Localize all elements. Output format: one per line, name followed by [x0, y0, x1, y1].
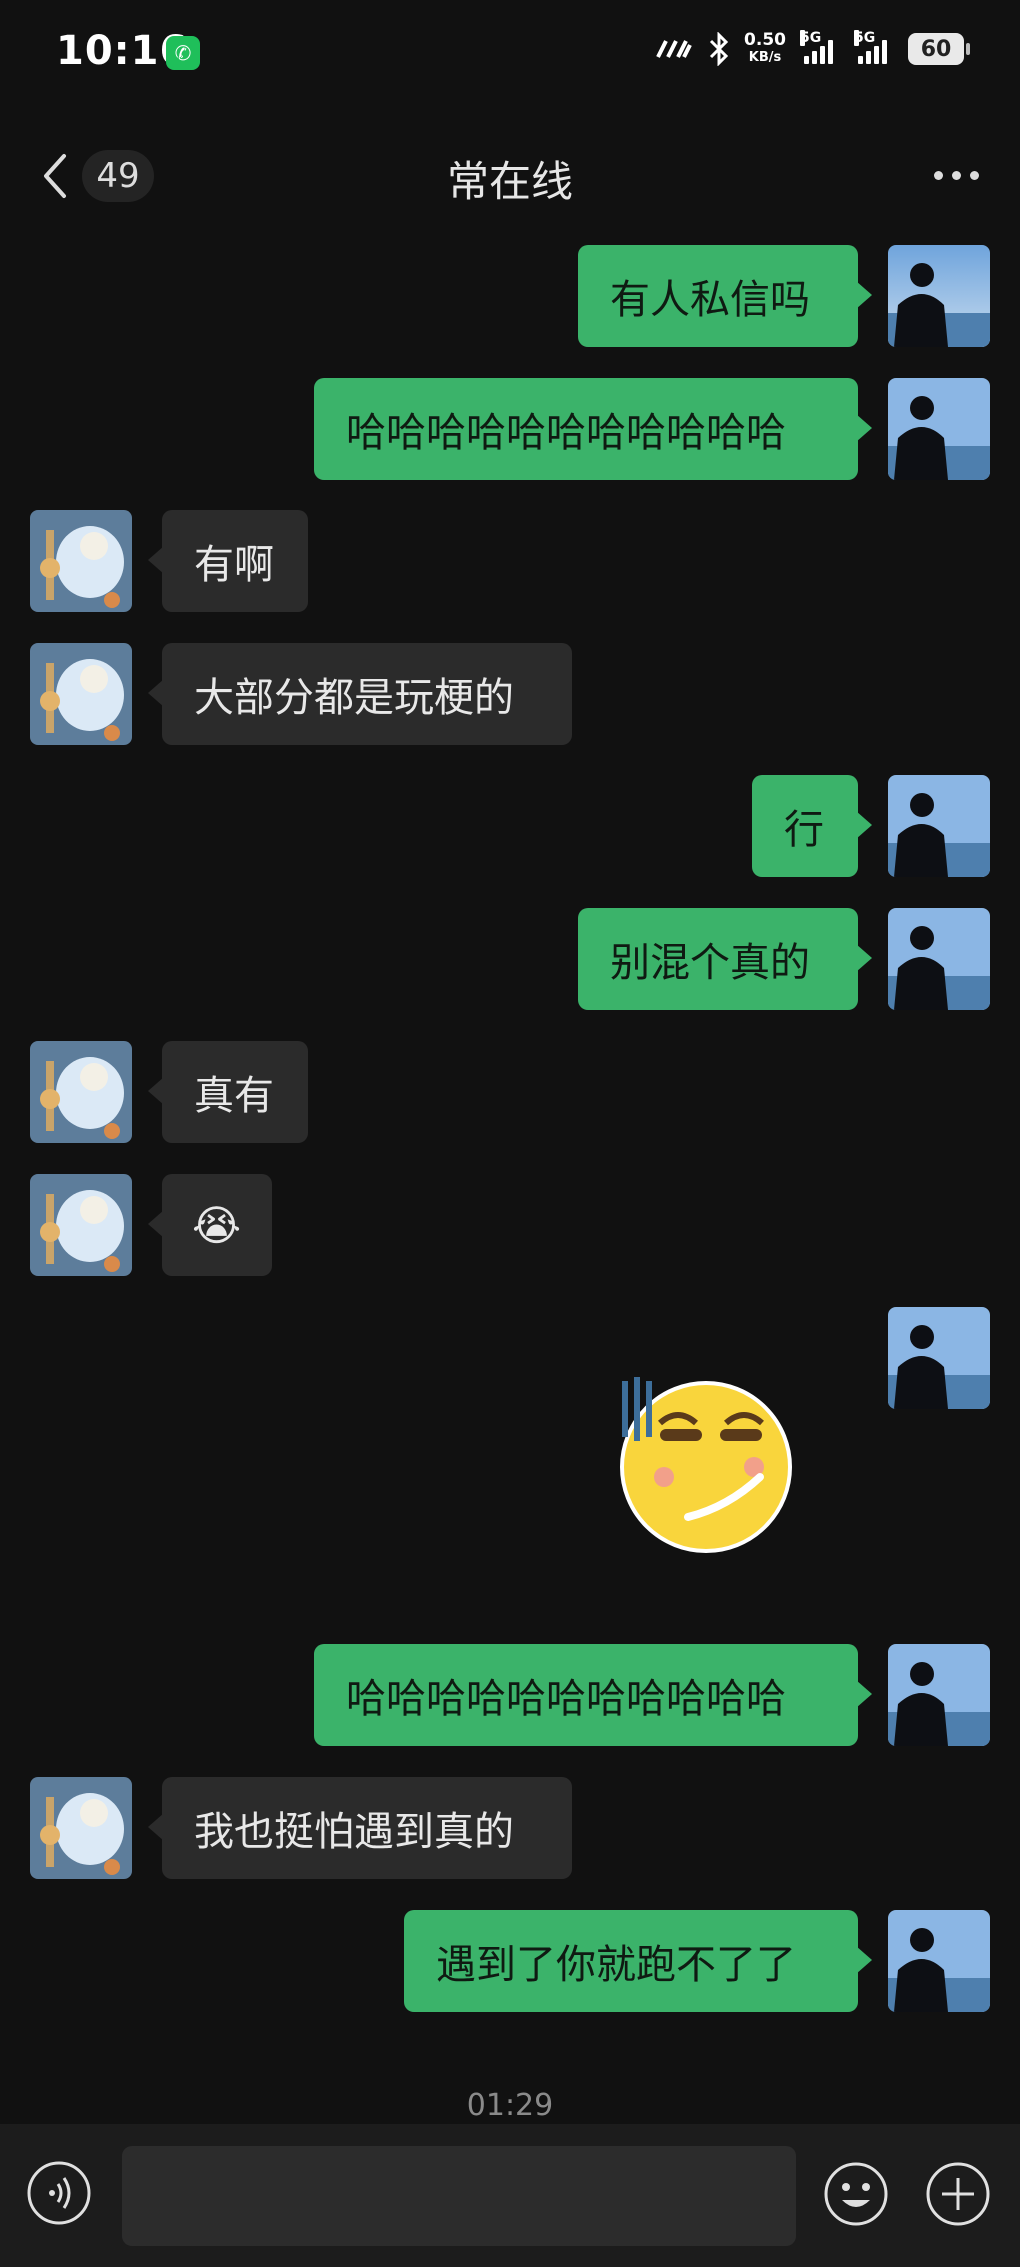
- contact-avatar[interactable]: [30, 1777, 132, 1879]
- message-bubble-contact[interactable]: 有啊: [148, 510, 308, 612]
- message-bubble-contact[interactable]: 真有: [148, 1041, 308, 1143]
- message-bubble-mine[interactable]: 遇到了你就跑不了了: [404, 1910, 872, 2012]
- chat-title: 常在线: [446, 157, 573, 206]
- nfc-icon: [656, 40, 692, 58]
- my-avatar[interactable]: [888, 378, 990, 480]
- my-avatar[interactable]: [888, 775, 990, 877]
- network-speed-value: 0.50: [744, 30, 786, 50]
- network-speed: 0.50 KB/s: [744, 32, 786, 66]
- my-avatar[interactable]: [888, 245, 990, 347]
- message-row: 我也挺怕遇到真的: [0, 1777, 1020, 1879]
- message-bubble-mine[interactable]: 哈哈哈哈哈哈哈哈哈哈哈: [314, 378, 872, 480]
- status-bar: 10:16 ✆ 0.50 KB/s 5G 5G 60: [0, 0, 1020, 110]
- smirk-sweat-sticker[interactable]: [608, 1367, 798, 1557]
- chat-header: 49 常在线: [0, 120, 1020, 230]
- input-bar: [0, 2124, 1020, 2267]
- message-row: 哈哈哈哈哈哈哈哈哈哈哈: [0, 1644, 1020, 1746]
- message-row: 别混个真的: [0, 908, 1020, 1010]
- message-row: 遇到了你就跑不了了: [0, 1910, 1020, 2012]
- message-row: 行: [0, 775, 1020, 877]
- dot-icon: [933, 170, 943, 180]
- message-row: 😭: [0, 1174, 1020, 1276]
- message-row: 真有: [0, 1041, 1020, 1143]
- message-row: [0, 1307, 1020, 1557]
- battery-icon: 60: [908, 33, 970, 65]
- voice-icon[interactable]: [26, 2160, 92, 2226]
- signal-2-icon: 5G: [854, 30, 894, 64]
- signal-2-label: 5G: [854, 30, 876, 46]
- network-speed-unit: KB/s: [748, 50, 782, 65]
- my-avatar[interactable]: [888, 1644, 990, 1746]
- signal-1-label: 5G: [800, 30, 822, 46]
- message-row: 有人私信吗: [0, 245, 1020, 347]
- message-row: 哈哈哈哈哈哈哈哈哈哈哈: [0, 378, 1020, 480]
- signal-1-icon: 5G: [800, 30, 840, 64]
- message-input[interactable]: [122, 2146, 796, 2246]
- message-bubble-mine[interactable]: 哈哈哈哈哈哈哈哈哈哈哈: [314, 1644, 872, 1746]
- message-bubble-mine[interactable]: 有人私信吗: [578, 245, 872, 347]
- contact-avatar[interactable]: [30, 1174, 132, 1276]
- more-options-button[interactable]: [928, 160, 984, 190]
- dot-icon: [951, 170, 961, 180]
- plus-icon[interactable]: [924, 2160, 992, 2228]
- call-active-icon[interactable]: ✆: [166, 36, 200, 70]
- my-avatar[interactable]: [888, 1307, 990, 1409]
- contact-avatar[interactable]: [30, 643, 132, 745]
- contact-avatar[interactable]: [30, 510, 132, 612]
- message-bubble-mine[interactable]: 行: [752, 775, 872, 877]
- message-bubble-mine[interactable]: 别混个真的: [578, 908, 872, 1010]
- voice-recording-timer: 01:29: [466, 2088, 554, 2123]
- message-row: 大部分都是玩梗的: [0, 643, 1020, 745]
- emoji-icon[interactable]: [822, 2160, 890, 2228]
- my-avatar[interactable]: [888, 908, 990, 1010]
- message-bubble-contact[interactable]: 😭: [148, 1174, 272, 1276]
- bluetooth-icon: [709, 32, 729, 66]
- my-avatar[interactable]: [888, 1910, 990, 2012]
- message-bubble-contact[interactable]: 我也挺怕遇到真的: [148, 1777, 572, 1879]
- dot-icon: [969, 170, 979, 180]
- message-bubble-contact[interactable]: 大部分都是玩梗的: [148, 643, 572, 745]
- message-row: 有啊: [0, 510, 1020, 612]
- system-icons: 0.50 KB/s 5G 5G 60: [654, 30, 970, 66]
- contact-avatar[interactable]: [30, 1041, 132, 1143]
